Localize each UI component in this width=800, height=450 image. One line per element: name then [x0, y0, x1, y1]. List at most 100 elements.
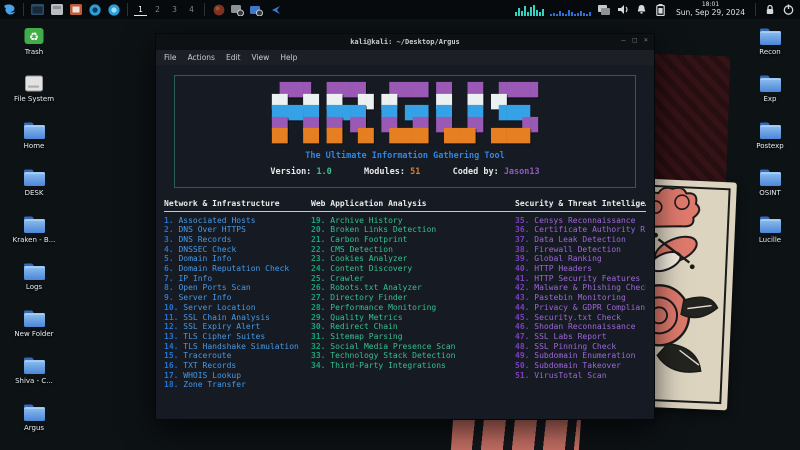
- workspace-2[interactable]: 2: [151, 4, 164, 15]
- module-number: 9.: [164, 293, 174, 302]
- menu-file[interactable]: File: [164, 53, 177, 62]
- folder-sync-icon[interactable]: [249, 2, 264, 17]
- module-column-1: 1. Associated Hosts2. DNS Over HTTPS3. D…: [164, 216, 311, 391]
- wallpaper-dark-card: [646, 54, 731, 195]
- module-number: 13.: [164, 332, 178, 341]
- desktop-icon-exp[interactable]: Exp: [738, 73, 800, 104]
- notification-bell-icon[interactable]: [634, 2, 649, 17]
- terminal-content[interactable]: ████ █████ █████ ██ ██ ███████ ██ ██ ██ …: [156, 65, 654, 419]
- desktop-icon-desk[interactable]: DESK: [2, 167, 66, 198]
- modules-label: Modules:: [364, 167, 405, 177]
- module-item: 43. Pastebin Monitoring: [515, 293, 646, 303]
- folder-icon: [738, 167, 800, 187]
- desktop-icon-shiva-c-[interactable]: Shiva - C...: [2, 355, 66, 386]
- module-label: Privacy & GDPR Complian..: [529, 303, 646, 312]
- browser-alt-launcher-icon[interactable]: [106, 2, 121, 17]
- cpu-graph-icon[interactable]: [515, 3, 544, 16]
- module-item: 27. Directory Finder: [311, 293, 515, 303]
- desktop-icon-new-folder[interactable]: New Folder: [2, 308, 66, 339]
- module-label: Performance Monitoring: [325, 303, 436, 312]
- argus-header-box: ████ █████ █████ ██ ██ ███████ ██ ██ ██ …: [174, 75, 636, 188]
- module-label: Crawler: [325, 274, 364, 283]
- send-arrow-icon[interactable]: [268, 2, 283, 17]
- desktop-icon-argus[interactable]: Argus: [2, 402, 66, 433]
- panel-clock[interactable]: 18:01 Sun, Sep 29, 2024: [676, 2, 745, 16]
- workspace-3[interactable]: 3: [168, 4, 181, 15]
- module-item: 42. Malware & Phishing Check: [515, 283, 646, 293]
- power-icon[interactable]: [781, 2, 796, 17]
- module-item: 16. TXT Records: [164, 361, 311, 371]
- desktop-icon-osint[interactable]: OSINT: [738, 167, 800, 198]
- module-number: 31.: [311, 332, 325, 341]
- desktop-icon-kraken-b-[interactable]: Kraken - B...: [2, 214, 66, 245]
- module-item: 3. DNS Records: [164, 235, 311, 245]
- module-item: 13. TLS Cipher Suites: [164, 332, 311, 342]
- network-graph-icon[interactable]: [550, 3, 591, 16]
- kali-logo-icon[interactable]: [2, 2, 17, 17]
- volume-icon[interactable]: [615, 2, 630, 17]
- settings-app-icon[interactable]: [230, 2, 245, 17]
- folder-icon: [2, 308, 66, 328]
- battery-icon[interactable]: [653, 2, 668, 17]
- desktop-icon-logs[interactable]: Logs: [2, 261, 66, 292]
- top-panel: 1234 18:01 Sun, Sep 29, 2024: [0, 0, 800, 19]
- module-label: Content Discovery: [325, 264, 412, 273]
- column-header-3: Security & Threat Intellige…: [515, 199, 646, 208]
- window-titlebar[interactable]: kali@kali: ~/Desktop/Argus –□ ×: [156, 34, 654, 50]
- module-number: 45.: [515, 313, 529, 322]
- menu-help[interactable]: Help: [280, 53, 297, 62]
- trash-icon: ♻: [2, 26, 66, 46]
- module-number: 50.: [515, 361, 529, 370]
- window-title: kali@kali: ~/Desktop/Argus: [156, 38, 654, 46]
- menu-actions[interactable]: Actions: [188, 53, 215, 62]
- desktop-icon-postexp[interactable]: Postexp: [738, 120, 800, 151]
- module-label: Broken Links Detection: [325, 225, 436, 234]
- desktop-icon-file-system[interactable]: File System: [2, 73, 66, 104]
- desktop-icon-label: OSINT: [738, 190, 800, 198]
- desktop-icon-trash[interactable]: ♻Trash: [2, 26, 66, 57]
- browser-launcher-icon[interactable]: [87, 2, 102, 17]
- desktop-icon-recon[interactable]: Recon: [738, 26, 800, 57]
- module-number: 11.: [164, 313, 178, 322]
- module-number: 3.: [164, 235, 174, 244]
- module-item: 45. Security.txt Check: [515, 313, 646, 323]
- module-label: Server Info: [174, 293, 232, 302]
- module-label: Open Ports Scan: [174, 283, 251, 292]
- lock-icon[interactable]: [762, 2, 777, 17]
- module-label: Firewall Detection: [529, 245, 621, 254]
- svg-text:♻: ♻: [29, 31, 39, 44]
- minimize-button[interactable]: –: [621, 36, 625, 44]
- module-label: Cookies Analyzer: [325, 254, 407, 263]
- module-label: CMS Detection: [325, 245, 392, 254]
- module-number: 49.: [515, 351, 529, 360]
- module-number: 26.: [311, 283, 325, 292]
- module-label: Associated Hosts: [174, 216, 256, 225]
- desktop-icon-label: Argus: [2, 425, 66, 433]
- module-item: 21. Carbon Footprint: [311, 235, 515, 245]
- argus-ascii-logo: ████ █████ █████ ██ ██ ███████ ██ ██ ██ …: [175, 85, 635, 143]
- argus-version-line: Version: 1.0 Modules: 51 Coded by: Jason…: [175, 167, 635, 177]
- module-item: 12. SSL Expiry Alert: [164, 322, 311, 332]
- firefox-ball-icon[interactable]: [211, 2, 226, 17]
- desktop-icon-home[interactable]: Home: [2, 120, 66, 151]
- maximize-button[interactable]: □: [633, 36, 637, 44]
- file-manager-launcher-icon[interactable]: [49, 2, 64, 17]
- header-rule: [164, 211, 646, 212]
- menu-edit[interactable]: Edit: [226, 53, 241, 62]
- module-number: 8.: [164, 283, 174, 292]
- desktop-icon-label: DESK: [2, 190, 66, 198]
- workspace-4[interactable]: 4: [185, 4, 198, 15]
- close-button[interactable]: ×: [644, 36, 648, 44]
- module-label: Subdomain Enumeration: [529, 351, 635, 360]
- folder-icon: [2, 261, 66, 281]
- module-item: 30. Redirect Chain: [311, 322, 515, 332]
- module-label: Technology Stack Detection: [325, 351, 455, 360]
- workspace-1[interactable]: 1: [134, 4, 147, 16]
- module-label: Robots.txt Analyzer: [325, 283, 421, 292]
- text-editor-launcher-icon[interactable]: [68, 2, 83, 17]
- module-number: 40.: [515, 264, 529, 273]
- desktop-icon-lucille[interactable]: Lucille: [738, 214, 800, 245]
- display-icon[interactable]: [596, 2, 611, 17]
- terminal-launcher-icon[interactable]: [30, 2, 45, 17]
- menu-view[interactable]: View: [252, 53, 270, 62]
